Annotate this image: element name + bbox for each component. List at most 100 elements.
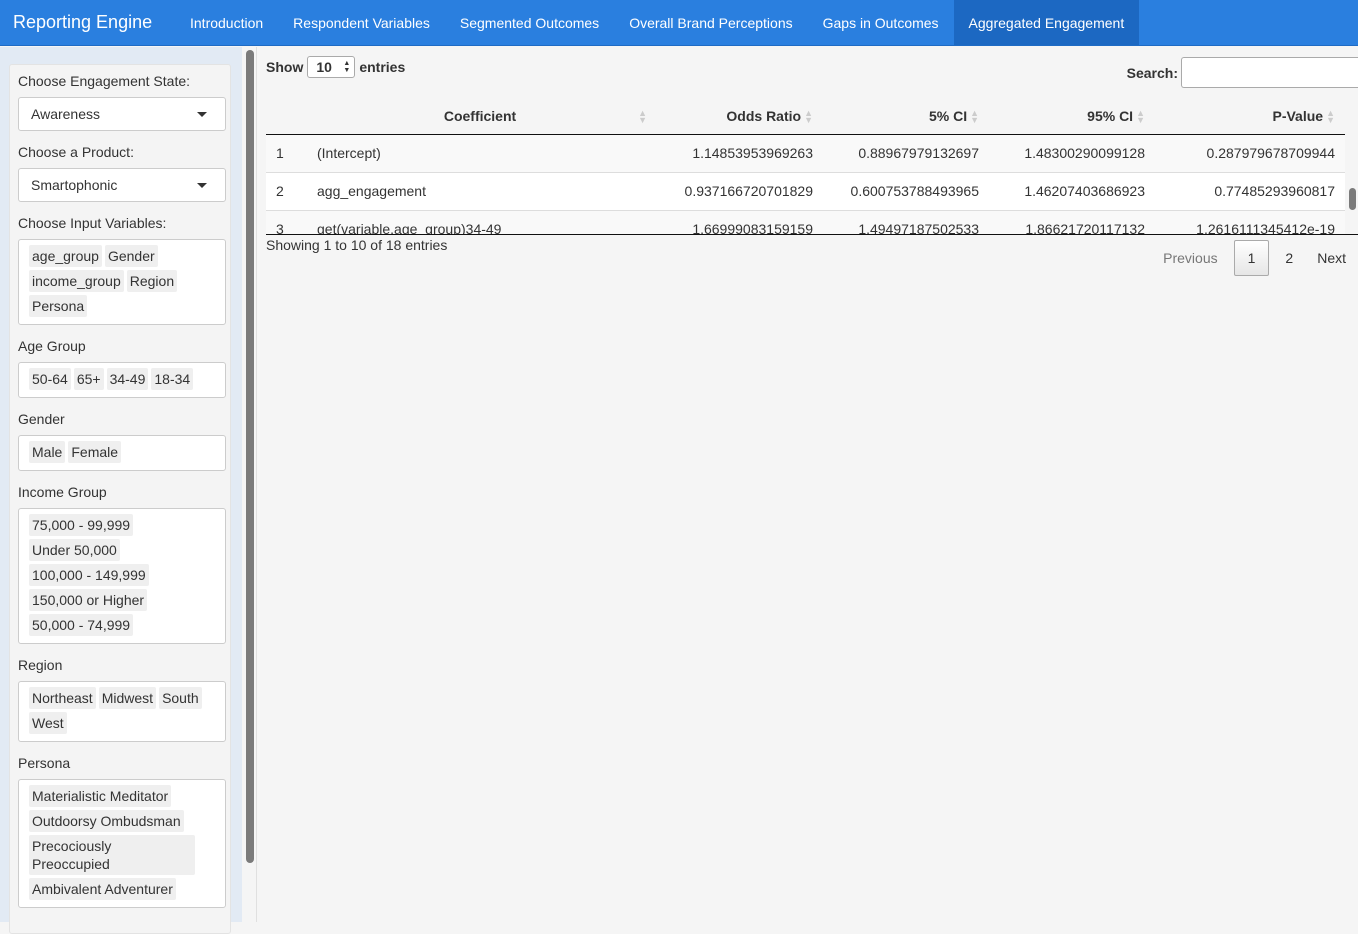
tab-introduction[interactable]: Introduction: [175, 0, 278, 45]
tag-income-75k-99k[interactable]: 75,000 - 99,999: [29, 514, 134, 536]
next-page-button[interactable]: Next: [1305, 240, 1358, 276]
table-row: 3 get(variable.age_group)34-49 1.6699908…: [266, 209, 1345, 235]
search-label: Search:: [1126, 64, 1178, 81]
tag-midwest[interactable]: Midwest: [98, 687, 157, 709]
search-input[interactable]: [1181, 57, 1358, 88]
product-select[interactable]: Smartophonic: [18, 168, 226, 202]
page-2-button[interactable]: 2: [1273, 240, 1305, 276]
engagement-state-select[interactable]: Awareness: [18, 97, 226, 131]
cell-5-ci: 0.600753788493965: [823, 171, 989, 210]
tab-respondent-variables[interactable]: Respondent Variables: [278, 0, 445, 45]
tag-outdoorsy-ombudsman[interactable]: Outdoorsy Ombudsman: [29, 810, 184, 832]
main-content: Show 10 ▲ ▼ entries Search: Coefficient ▲ ▼…: [266, 47, 1358, 922]
show-label: Show: [266, 59, 304, 75]
tag-male[interactable]: Male: [29, 441, 66, 463]
pagination: Previous 1 2 Next: [1151, 240, 1358, 276]
income-group-filter: Income Group 75,000 - 99,999 Under 50,00…: [18, 484, 226, 644]
cell-p-value: 0.287979678709944: [1155, 134, 1345, 172]
entries-label: entries: [359, 59, 406, 75]
tab-overall-brand-perceptions[interactable]: Overall Brand Perceptions: [614, 0, 807, 45]
input-variables-group: Choose Input Variables: age_group Gender…: [18, 215, 226, 325]
tag-age-50-64[interactable]: 50-64: [29, 368, 71, 390]
results-table: Coefficient ▲ ▼ Odds Ratio ▲ ▼ 5% CI ▲ ▼ 95% C…: [266, 99, 1345, 235]
gender-multiselect[interactable]: Male Female: [18, 435, 226, 471]
tag-age-group[interactable]: age_group: [29, 245, 102, 267]
page-length-control: Show 10 ▲ ▼ entries: [266, 56, 405, 78]
cell-5-ci: 0.88967979132697: [823, 134, 989, 172]
cell-coefficient: (Intercept): [307, 134, 653, 172]
app-brand[interactable]: Reporting Engine: [0, 0, 175, 45]
tab-aggregated-engagement[interactable]: Aggregated Engagement: [953, 0, 1140, 45]
tab-segmented-outcomes[interactable]: Segmented Outcomes: [445, 0, 614, 45]
cell-coefficient: agg_engagement: [307, 171, 653, 210]
cell-95-ci: 1.48300290099128: [989, 134, 1155, 172]
tag-income-100k-149k[interactable]: 100,000 - 149,999: [29, 564, 149, 586]
column-header-label: Odds Ratio: [726, 108, 802, 125]
persona-filter: Persona Materialistic Meditator Outdoors…: [18, 755, 226, 908]
column-header-index: [266, 99, 307, 135]
page-length-select[interactable]: 10 ▲ ▼: [307, 56, 356, 78]
column-header-p-value[interactable]: P-Value ▲ ▼: [1155, 99, 1345, 135]
page-1-button[interactable]: 1: [1233, 240, 1270, 276]
age-group-multiselect[interactable]: 50-64 65+ 34-49 18-34: [18, 362, 226, 398]
tag-persona[interactable]: Persona: [29, 295, 88, 317]
tag-south[interactable]: South: [159, 687, 202, 709]
persona-multiselect[interactable]: Materialistic Meditator Outdoorsy Ombuds…: [18, 779, 226, 908]
table-row: 2 agg_engagement 0.937166720701829 0.600…: [266, 171, 1345, 210]
table-info: Showing 1 to 10 of 18 entries: [266, 237, 448, 253]
tab-gaps-in-outcomes[interactable]: Gaps in Outcomes: [808, 0, 954, 45]
tag-income-group[interactable]: income_group: [29, 270, 124, 292]
tag-age-34-49[interactable]: 34-49: [106, 368, 149, 390]
region-multiselect[interactable]: Northeast Midwest South West: [18, 681, 226, 742]
updown-arrows-icon: ▲ ▼: [343, 60, 351, 74]
tag-income-150k-plus[interactable]: 150,000 or Higher: [29, 589, 148, 611]
navbar: Reporting Engine Introduction Respondent…: [0, 0, 1358, 46]
tag-female[interactable]: Female: [68, 441, 122, 463]
tag-precociously-preoccupied[interactable]: Precociously Preoccupied: [29, 835, 195, 875]
cell-coefficient: get(variable.age_group)34-49: [307, 209, 653, 235]
engagement-state-value: Awareness: [31, 106, 101, 122]
cell-odds-ratio: 0.937166720701829: [653, 171, 823, 210]
engagement-state-label: Choose Engagement State:: [18, 73, 191, 89]
cell-95-ci: 1.46207403686923: [989, 171, 1155, 210]
page-length-value: 10: [316, 59, 332, 75]
column-header-95-ci[interactable]: 95% CI ▲ ▼: [989, 99, 1155, 135]
tag-west[interactable]: West: [29, 712, 67, 734]
tag-gender[interactable]: Gender: [104, 245, 158, 267]
sort-icon: ▲ ▼: [970, 108, 979, 126]
region-label: Region: [18, 657, 63, 673]
input-variables-label: Choose Input Variables:: [18, 215, 167, 231]
gender-label: Gender: [18, 411, 65, 427]
table-scrollbar-thumb[interactable]: [1349, 188, 1356, 210]
input-variables-multiselect[interactable]: age_group Gender income_group Region Per…: [18, 239, 226, 325]
tag-age-18-34[interactable]: 18-34: [151, 368, 194, 390]
age-group-label: Age Group: [18, 338, 86, 354]
column-header-odds-ratio[interactable]: Odds Ratio ▲ ▼: [653, 99, 823, 135]
tag-region[interactable]: Region: [126, 270, 178, 292]
gender-filter: Gender Male Female: [18, 411, 226, 471]
column-header-label: 5% CI: [928, 108, 968, 125]
column-header-5-ci[interactable]: 5% CI ▲ ▼: [823, 99, 989, 135]
cell-5-ci: 1.49497187502533: [823, 209, 989, 235]
column-header-coefficient[interactable]: Coefficient ▲ ▼: [307, 99, 653, 135]
cell-odds-ratio: 1.66999083159159: [653, 209, 823, 235]
previous-page-button[interactable]: Previous: [1151, 240, 1229, 276]
cell-index: 1: [266, 134, 307, 172]
chevron-down-icon: [197, 182, 207, 188]
tag-northeast[interactable]: Northeast: [29, 687, 96, 709]
product-value: Smartophonic: [31, 177, 118, 193]
income-group-multiselect[interactable]: 75,000 - 99,999 Under 50,000 100,000 - 1…: [18, 508, 226, 644]
results-table-scroll[interactable]: Coefficient ▲ ▼ Odds Ratio ▲ ▼ 5% CI ▲ ▼ 95% C…: [266, 99, 1358, 235]
tag-income-under-50k[interactable]: Under 50,000: [29, 539, 120, 561]
tag-age-65-plus[interactable]: 65+: [73, 368, 104, 390]
chevron-down-icon: [197, 111, 207, 117]
tag-ambivalent-adventurer[interactable]: Ambivalent Adventurer: [29, 878, 176, 900]
tag-materialistic-meditator[interactable]: Materialistic Meditator: [29, 785, 172, 807]
table-header-row: Coefficient ▲ ▼ Odds Ratio ▲ ▼ 5% CI ▲ ▼ 95% C…: [266, 99, 1345, 135]
sidebar-scrollbar-thumb[interactable]: [246, 50, 254, 863]
cell-index: 2: [266, 171, 307, 210]
cell-p-value: 1.2616111345412e-19: [1155, 209, 1345, 235]
age-group-filter: Age Group 50-64 65+ 34-49 18-34: [18, 338, 226, 398]
column-header-label: Coefficient: [443, 108, 517, 125]
tag-income-50k-74k[interactable]: 50,000 - 74,999: [29, 614, 134, 636]
